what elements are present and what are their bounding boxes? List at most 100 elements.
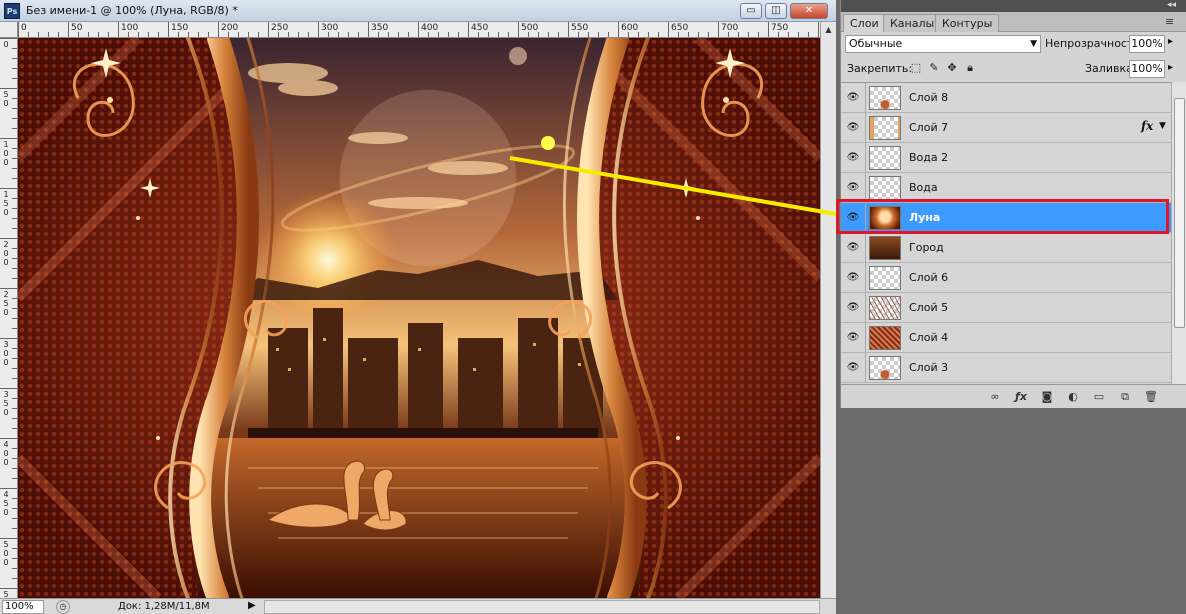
layer-thumbnail-preview — [870, 357, 900, 379]
layer-thumbnail-preview — [870, 87, 900, 109]
lock-all-icon[interactable]: 🔒︎ — [963, 61, 977, 75]
image-canvas[interactable] — [18, 38, 820, 598]
new-group-icon[interactable]: ▭ — [1091, 389, 1107, 405]
visibility-divider — [865, 263, 866, 293]
delete-layer-icon[interactable]: 🗑︎ — [1143, 389, 1159, 405]
layer-thumbnail[interactable] — [869, 86, 901, 110]
status-menu-arrow-icon[interactable]: ▶ — [248, 600, 256, 611]
restore-button[interactable]: ◫ — [765, 3, 787, 19]
eye-visibility-icon[interactable]: 👁︎ — [845, 120, 861, 136]
add-mask-icon[interactable]: ◙ — [1039, 389, 1055, 405]
fill-input[interactable]: 100% — [1129, 60, 1165, 78]
layer-name[interactable]: Слой 6 — [909, 271, 948, 284]
layer-list-scrollbar[interactable] — [1171, 82, 1186, 384]
status-info-icon[interactable]: ◷ — [56, 600, 70, 614]
layer-style-icon[interactable]: ƒx — [1013, 389, 1029, 405]
layer-name[interactable]: Слой 5 — [909, 301, 948, 314]
ruler-label: 350 — [371, 23, 389, 33]
collapse-panel-icon[interactable]: ◂◂ — [1167, 0, 1176, 10]
visibility-divider — [865, 83, 866, 113]
layer-thumbnail[interactable] — [869, 116, 901, 140]
ruler-label: 50 — [71, 23, 83, 33]
layer-thumbnail[interactable] — [869, 266, 901, 290]
ruler-label: 500 — [521, 23, 539, 33]
ruler-tick — [818, 22, 819, 37]
layer-name[interactable]: Слой 8 — [909, 91, 948, 104]
vertical-scrollbar[interactable]: ▲ — [820, 22, 836, 598]
panel-tabs: Слои Каналы Контуры ≡ — [841, 12, 1186, 32]
ruler-tick — [618, 22, 619, 37]
close-button[interactable]: ✕ — [790, 3, 828, 19]
layer-list-scroll-thumb[interactable] — [1174, 98, 1185, 328]
ruler-tick — [0, 88, 17, 89]
layer-row[interactable]: 👁︎ Город — [841, 233, 1171, 263]
panel-title-strip[interactable]: ◂◂ — [841, 0, 1186, 12]
lock-label: Закрепить: — [847, 62, 913, 75]
scroll-up-icon[interactable]: ▲ — [821, 22, 836, 38]
ruler-tick — [568, 22, 569, 37]
layer-thumbnail[interactable] — [869, 296, 901, 320]
lock-image-pixels-icon[interactable]: ✎ — [927, 61, 941, 75]
layer-row[interactable]: 👁︎ Слой 4 — [841, 323, 1171, 353]
zoom-level-input[interactable]: 100% — [2, 600, 44, 614]
lock-position-icon[interactable]: ✥ — [945, 61, 959, 75]
layer-row[interactable]: 👁︎ Слой 3 — [841, 353, 1171, 383]
layer-thumbnail[interactable] — [869, 176, 901, 200]
minimize-button[interactable]: ▭ — [740, 3, 762, 19]
layer-thumbnail[interactable] — [869, 356, 901, 380]
layer-effects-icon[interactable]: fx — [1141, 119, 1153, 133]
layer-row[interactable]: 👁︎ Слой 8 — [841, 83, 1171, 113]
new-layer-icon[interactable]: ⧉ — [1117, 389, 1133, 405]
vertical-ruler[interactable]: 0 50 100 150 200 250 300 350 400 450 500 550 — [0, 38, 18, 598]
horizontal-scrollbar[interactable] — [264, 600, 820, 614]
ruler-tick — [368, 22, 369, 37]
ruler-tick — [768, 22, 769, 37]
layer-thumbnail[interactable] — [869, 146, 901, 170]
link-layers-icon[interactable]: ∞ — [987, 389, 1003, 405]
layer-name[interactable]: Слой 7 — [909, 121, 948, 134]
eye-visibility-icon[interactable]: 👁︎ — [845, 330, 861, 346]
tab-paths[interactable]: Контуры — [935, 14, 1000, 32]
eye-visibility-icon[interactable]: 👁︎ — [845, 150, 861, 166]
lock-transparent-pixels-icon[interactable]: ⬚ — [909, 61, 923, 75]
opacity-slider-arrow-icon[interactable]: ▸ — [1168, 36, 1173, 47]
layer-thumbnail-preview — [870, 267, 900, 289]
eye-visibility-icon[interactable]: 👁︎ — [845, 90, 861, 106]
eye-visibility-icon[interactable]: 👁︎ — [845, 240, 861, 256]
fill-slider-arrow-icon[interactable]: ▸ — [1168, 62, 1173, 73]
tab-layers[interactable]: Слои — [843, 14, 886, 32]
layer-row[interactable]: 👁︎ Слой 6 — [841, 263, 1171, 293]
visibility-divider — [865, 293, 866, 323]
layer-thumbnail[interactable] — [869, 236, 901, 260]
ruler-label: 300 — [3, 340, 9, 367]
layer-name[interactable]: Слой 4 — [909, 331, 948, 344]
blend-mode-select[interactable]: Обычные ▼ — [845, 35, 1041, 53]
layer-name[interactable]: Вода — [909, 181, 938, 194]
document-title-bar[interactable]: Ps Без имени-1 @ 100% (Луна, RGB/8) * ▭ … — [0, 0, 836, 22]
ruler-label: 200 — [3, 240, 9, 267]
tab-channels[interactable]: Каналы — [883, 14, 942, 32]
layer-row[interactable]: 👁︎ Слой 5 — [841, 293, 1171, 323]
ruler-tick — [0, 188, 17, 189]
opacity-input[interactable]: 100% — [1129, 35, 1165, 53]
horizontal-ruler[interactable]: 0 50 100 150 200 250 300 350 400 450 500 550 600 650 7… — [18, 22, 820, 38]
ruler-label: 0 — [21, 23, 27, 33]
layer-row[interactable]: 👁︎ Вода 2 — [841, 143, 1171, 173]
eye-visibility-icon[interactable]: 👁︎ — [845, 270, 861, 286]
eye-visibility-icon[interactable]: 👁︎ — [845, 180, 861, 196]
layer-row[interactable]: 👁︎ Слой 7 fx ▼ — [841, 113, 1171, 143]
ruler-tick — [118, 22, 119, 37]
adjustment-layer-icon[interactable]: ◐ — [1065, 389, 1081, 405]
layer-name[interactable]: Слой 3 — [909, 361, 948, 374]
ruler-label: 250 — [271, 23, 289, 33]
eye-visibility-icon[interactable]: 👁︎ — [845, 300, 861, 316]
ruler-origin[interactable] — [0, 22, 18, 38]
layer-name[interactable]: Вода 2 — [909, 151, 948, 164]
effects-expand-icon[interactable]: ▼ — [1159, 121, 1166, 131]
panel-menu-icon[interactable]: ≡ — [1165, 15, 1174, 28]
ruler-tick — [668, 22, 669, 37]
layer-name[interactable]: Город — [909, 241, 944, 254]
ruler-tick — [0, 588, 17, 589]
layer-thumbnail[interactable] — [869, 326, 901, 350]
eye-visibility-icon[interactable]: 👁︎ — [845, 360, 861, 376]
